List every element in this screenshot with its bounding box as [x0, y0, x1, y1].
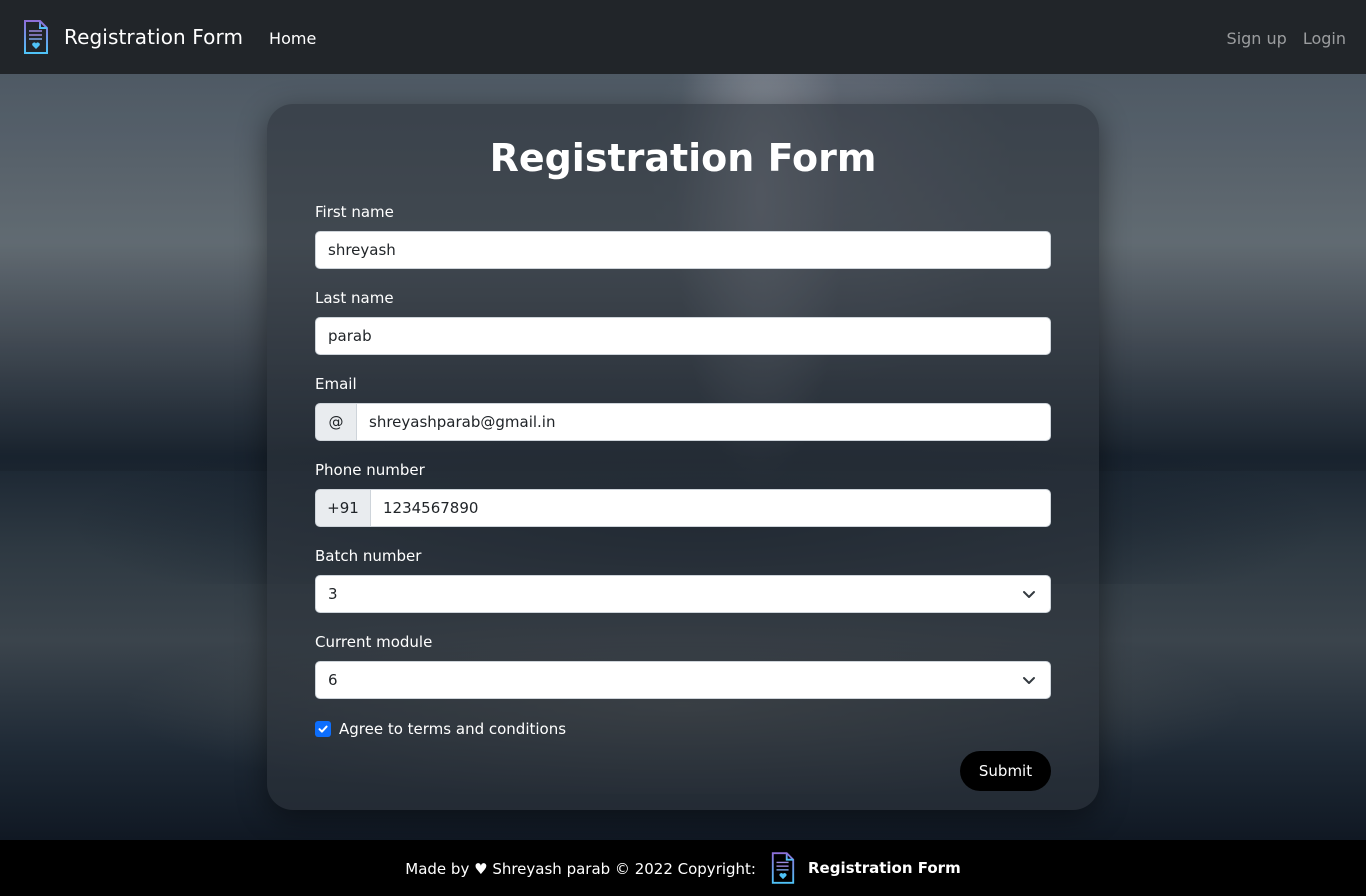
module-selected-value: 6 [328, 671, 338, 689]
form-title: Registration Form [489, 136, 877, 180]
email-input-group: @ shreyashparab@gmail.in [315, 403, 1051, 441]
nav-link-home[interactable]: Home [269, 29, 316, 48]
nav-right: Sign up Login [1227, 29, 1346, 48]
footer-brand[interactable]: Registration Form [808, 859, 961, 877]
email-label: Email [315, 375, 357, 393]
checkmark-icon [318, 725, 328, 733]
batch-label: Batch number [315, 547, 422, 565]
terms-checkbox[interactable] [315, 721, 331, 737]
terms-label[interactable]: Agree to terms and conditions [339, 720, 566, 738]
brand-title: Registration Form [64, 25, 244, 49]
phone-input[interactable]: 1234567890 [370, 489, 1051, 527]
last-name-label: Last name [315, 289, 394, 307]
batch-field: Batch number 3 [315, 545, 1051, 613]
first-name-label: First name [315, 203, 394, 221]
nav-link-signup[interactable]: Sign up [1227, 29, 1287, 48]
footer-credit: Made by ♥ Shreyash parab © 2022 Copyrigh… [405, 859, 756, 878]
email-input[interactable]: shreyashparab@gmail.in [356, 403, 1051, 441]
last-name-field: Last name parab [315, 287, 1051, 355]
last-name-input[interactable]: parab [315, 317, 1051, 355]
terms-row: Agree to terms and conditions [315, 719, 1051, 739]
registration-card: Registration Form First name shreyash La… [267, 104, 1099, 810]
module-select[interactable]: 6 [315, 661, 1051, 699]
batch-select[interactable]: 3 [315, 575, 1051, 613]
phone-input-group: +91 1234567890 [315, 489, 1051, 527]
first-name-input[interactable]: shreyash [315, 231, 1051, 269]
email-prefix: @ [315, 403, 356, 441]
document-heart-icon [24, 20, 48, 54]
phone-label: Phone number [315, 461, 425, 479]
batch-selected-value: 3 [328, 585, 338, 603]
email-field: Email @ shreyashparab@gmail.in [315, 373, 1051, 441]
phone-field: Phone number +91 1234567890 [315, 459, 1051, 527]
chevron-down-icon [1023, 591, 1035, 598]
module-field: Current module 6 [315, 631, 1051, 699]
chevron-down-icon [1023, 677, 1035, 684]
first-name-field: First name shreyash [315, 201, 1051, 269]
navbar-brand[interactable]: Registration Form [22, 19, 243, 55]
module-label: Current module [315, 633, 433, 651]
nav-link-login[interactable]: Login [1303, 29, 1346, 48]
footer: Made by ♥ Shreyash parab © 2022 Copyrigh… [0, 840, 1366, 896]
navbar: Registration Form Home Sign up Login [0, 0, 1366, 74]
submit-button[interactable]: Submit [960, 751, 1051, 791]
phone-prefix: +91 [315, 489, 370, 527]
document-heart-icon [771, 852, 795, 884]
